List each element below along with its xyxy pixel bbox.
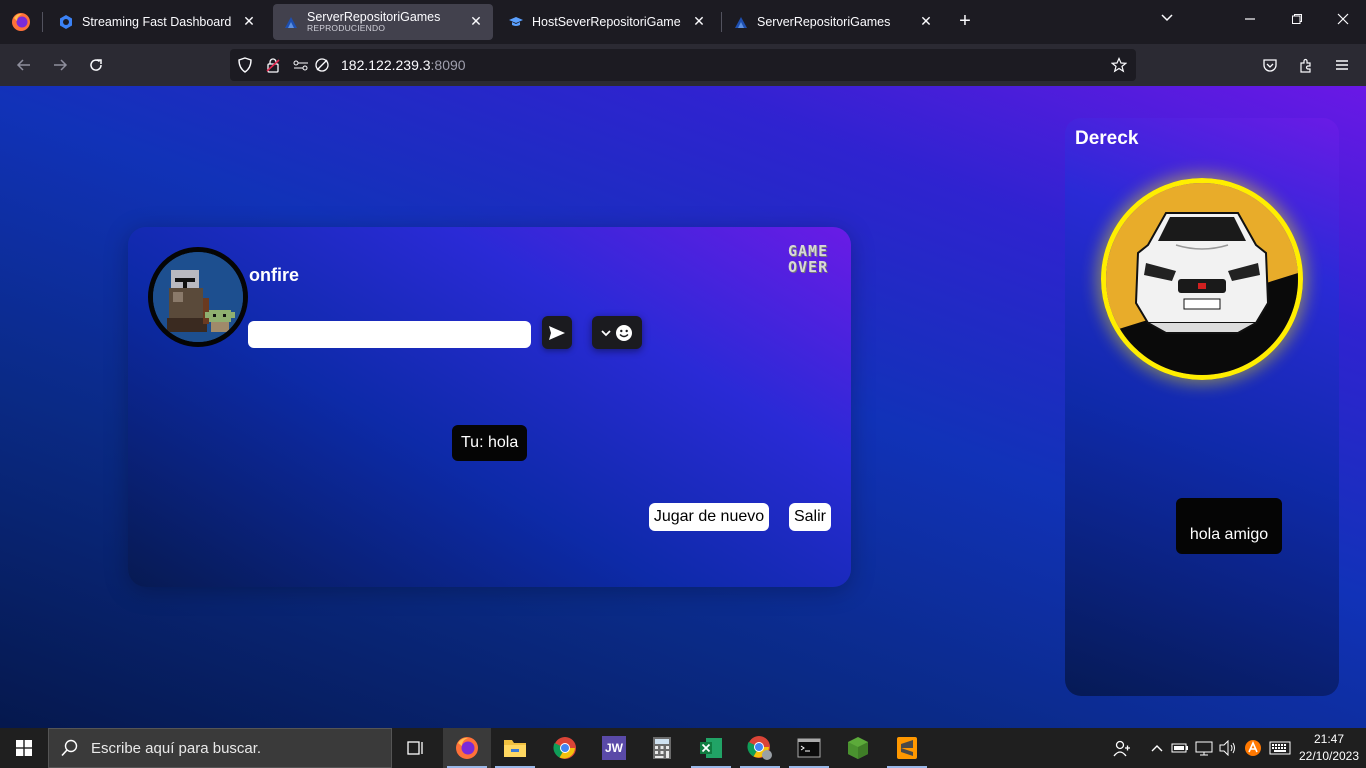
minecraft-icon[interactable] xyxy=(834,728,882,768)
jw-icon[interactable]: JW xyxy=(590,728,638,768)
tab-playing-label: REPRODUCIENDO xyxy=(307,23,386,34)
close-tab-icon[interactable]: ✕ xyxy=(467,13,485,30)
list-all-tabs-icon[interactable] xyxy=(1157,11,1177,28)
insecure-lock-icon[interactable] xyxy=(264,56,282,74)
mandalorian-avatar-icon xyxy=(153,252,243,342)
sublime-icon[interactable] xyxy=(883,728,931,768)
my-chat-bubble: Tu: hola xyxy=(452,425,528,461)
game-over-line-1: GAME xyxy=(788,242,829,260)
chat-message-input[interactable] xyxy=(248,321,531,348)
task-view-icon[interactable] xyxy=(392,728,440,768)
close-window-icon[interactable] xyxy=(1333,12,1353,28)
url-bar[interactable]: 182.122.239.3:8090 xyxy=(230,49,1136,81)
smiley-icon xyxy=(616,324,632,341)
send-icon xyxy=(549,325,565,340)
battery-icon[interactable] xyxy=(1170,728,1190,768)
calculator-icon[interactable] xyxy=(638,728,686,768)
game-over-line-2: OVER xyxy=(788,258,829,276)
clock-time: 21:47 xyxy=(1313,732,1345,746)
file-explorer-icon[interactable] xyxy=(491,728,539,768)
url-text[interactable]: 182.122.239.3:8090 xyxy=(341,57,466,73)
excel-icon[interactable] xyxy=(687,728,735,768)
close-tab-icon[interactable]: ✕ xyxy=(690,13,708,30)
game-over-label: GAME OVER xyxy=(788,243,828,275)
tab-streaming-dashboard[interactable]: Streaming Fast Dashboard ✕ xyxy=(48,4,266,40)
restore-icon[interactable] xyxy=(1287,12,1307,28)
url-host: 182.122.239.3 xyxy=(341,57,431,73)
volume-icon[interactable] xyxy=(1217,728,1239,768)
game-page: onfire GAME OVER Tu: hola Jugar de nuevo… xyxy=(0,86,1366,728)
search-placeholder: Escribe aquí para buscar. xyxy=(91,739,262,757)
show-hidden-icons-chevron-icon[interactable] xyxy=(1148,728,1166,768)
tab-separator xyxy=(721,12,722,32)
game-favicon-icon xyxy=(733,14,749,30)
chrome-profile-icon[interactable] xyxy=(736,728,784,768)
windows-start-icon[interactable] xyxy=(0,728,48,768)
avast-icon[interactable] xyxy=(1242,728,1264,768)
play-again-button[interactable]: Jugar de nuevo xyxy=(649,503,769,531)
forward-arrow-icon[interactable] xyxy=(48,54,72,76)
search-icon xyxy=(61,739,78,757)
network-icon[interactable] xyxy=(1193,728,1215,768)
tab-title: ServerRepositoriGames xyxy=(307,9,441,24)
tab-title: HostSeverRepositoriGame xyxy=(532,14,681,29)
tab-separator xyxy=(42,12,43,32)
game-favicon-icon xyxy=(283,14,299,30)
close-tab-icon[interactable]: ✕ xyxy=(240,13,258,30)
exit-button[interactable]: Salir xyxy=(789,503,831,531)
opponent-chat-bubble: hola amigo xyxy=(1176,498,1282,554)
close-tab-icon[interactable]: ✕ xyxy=(917,13,935,30)
player-avatar xyxy=(148,247,248,347)
chrome-icon[interactable] xyxy=(541,728,589,768)
tab-serverrepositorigames-active[interactable]: ServerRepositoriGames REPRODUCIENDO ✕ xyxy=(273,4,493,40)
extensions-icon[interactable] xyxy=(1294,54,1318,76)
shield-icon[interactable] xyxy=(236,56,254,74)
car-avatar-icon xyxy=(1106,183,1298,375)
app-menu-icon[interactable] xyxy=(1330,54,1354,76)
clock-date: 22/10/2023 xyxy=(1298,749,1360,763)
tab-title: Streaming Fast Dashboard xyxy=(82,14,232,29)
url-port: :8090 xyxy=(430,57,466,73)
opponent-name: Dereck xyxy=(1075,128,1139,149)
tab-title: ServerRepositoriGames xyxy=(757,14,891,29)
navigation-bar: 182.122.239.3:8090 xyxy=(0,44,1366,86)
player-game-card: onfire GAME OVER Tu: hola Jugar de nuevo… xyxy=(128,227,851,587)
people-icon[interactable] xyxy=(1110,728,1134,768)
tracking-blocked-icon[interactable] xyxy=(313,56,331,74)
windows-taskbar: Escribe aquí para buscar. JW 21:47 22/10… xyxy=(0,728,1366,768)
firefox-icon[interactable] xyxy=(443,728,491,768)
dashboard-favicon-icon xyxy=(58,14,74,30)
pocket-icon[interactable] xyxy=(1258,54,1282,76)
firefox-menu-icon[interactable] xyxy=(0,0,42,44)
taskbar-search-box[interactable]: Escribe aquí para buscar. xyxy=(48,728,392,768)
opponent-avatar xyxy=(1101,178,1303,380)
taskbar-clock[interactable]: 21:47 22/10/2023 xyxy=(1296,731,1362,765)
terminal-icon[interactable] xyxy=(785,728,833,768)
permissions-icon[interactable] xyxy=(292,56,310,74)
keyboard-icon[interactable] xyxy=(1267,728,1293,768)
player-name: onfire xyxy=(249,265,300,285)
graduation-cap-favicon-icon xyxy=(508,14,524,30)
new-tab-icon[interactable]: + xyxy=(954,11,976,31)
tab-bar: Streaming Fast Dashboard ✕ ServerReposit… xyxy=(0,0,1366,44)
back-arrow-icon[interactable] xyxy=(12,54,36,76)
emoji-picker-button[interactable] xyxy=(592,316,642,349)
tab-serverrepositorigames-2[interactable]: ServerRepositoriGames ✕ xyxy=(723,4,943,40)
send-message-button[interactable] xyxy=(542,316,572,349)
chevron-down-icon xyxy=(601,329,611,336)
tab-hostseverrepositorigame[interactable]: HostSeverRepositoriGame ✕ xyxy=(498,4,716,40)
minimize-icon[interactable] xyxy=(1240,12,1260,28)
reload-icon[interactable] xyxy=(84,54,108,76)
bookmark-star-icon[interactable] xyxy=(1110,56,1128,74)
opponent-card: Dereck hola amigo xyxy=(1065,118,1339,696)
